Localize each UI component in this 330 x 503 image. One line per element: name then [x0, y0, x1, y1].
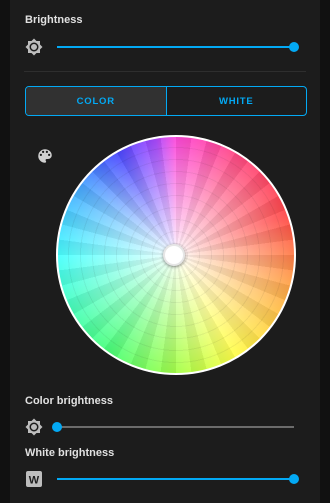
white-brightness-label: White brightness	[25, 447, 115, 459]
white-brightness-slider[interactable]	[57, 474, 299, 484]
tab-color[interactable]: COLOR	[26, 87, 166, 115]
brightness-slider-fill	[57, 46, 294, 48]
white-w-icon-letter: W	[29, 475, 40, 487]
white-brightness-slider-thumb[interactable]	[289, 474, 299, 484]
color-wheel-marker[interactable]	[163, 244, 185, 266]
white-w-icon: W	[25, 470, 43, 488]
brightness-label: Brightness	[25, 14, 83, 26]
mode-tabs: COLOR WHITE	[25, 86, 307, 116]
color-brightness-slider-row	[25, 417, 305, 437]
brightness-slider-row	[25, 37, 305, 57]
brightness-slider-thumb[interactable]	[289, 42, 299, 52]
white-brightness-slider-row: W	[25, 469, 305, 489]
brightness-slider[interactable]	[57, 42, 299, 52]
light-control-panel: Brightness COLOR WHITE Color brightness …	[10, 0, 320, 503]
divider	[24, 71, 306, 72]
white-brightness-slider-fill	[57, 478, 294, 480]
color-brightness-slider-thumb[interactable]	[52, 422, 62, 432]
brightness-icon	[25, 38, 43, 56]
color-brightness-label: Color brightness	[25, 395, 114, 407]
palette-icon	[36, 147, 54, 165]
tab-white[interactable]: WHITE	[165, 87, 307, 115]
brightness-icon	[25, 418, 43, 436]
color-brightness-slider[interactable]	[52, 422, 294, 432]
